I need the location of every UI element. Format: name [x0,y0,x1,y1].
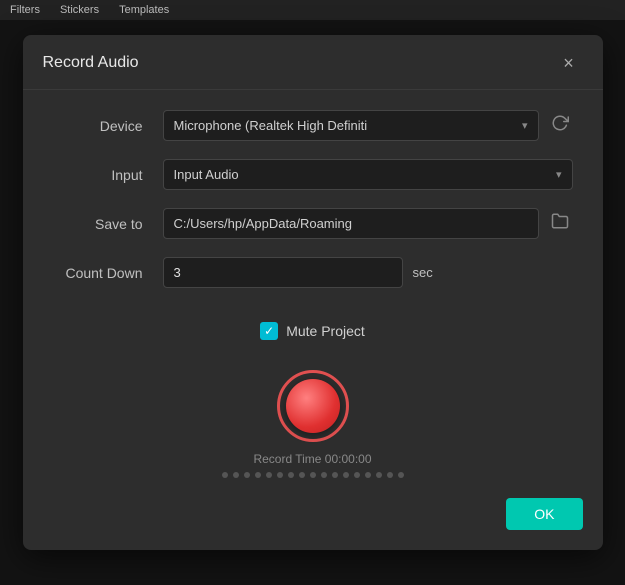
topbar-stickers[interactable]: Stickers [60,4,99,16]
topbar-templates[interactable]: Templates [119,4,169,16]
device-row: Device Microphone (Realtek High Definiti… [53,110,573,141]
device-dropdown-icon: ▾ [522,119,528,132]
dot [266,472,272,478]
dot [321,472,327,478]
device-select[interactable]: Microphone (Realtek High Definiti ▾ [163,110,539,141]
countdown-label: Count Down [53,265,163,281]
device-value: Microphone (Realtek High Definiti [174,118,368,133]
dot [288,472,294,478]
dot [365,472,371,478]
input-label: Input [53,167,163,183]
mute-checkbox[interactable]: ✓ [260,322,278,340]
record-button[interactable] [277,370,349,442]
mute-checkbox-wrapper[interactable]: ✓ Mute Project [260,322,365,340]
dot [233,472,239,478]
record-time: Record Time 00:00:00 [253,452,371,466]
checkmark-icon: ✓ [264,325,274,337]
sec-label: sec [413,265,433,280]
dot [222,472,228,478]
dot [376,472,382,478]
close-button[interactable]: × [555,49,583,77]
countdown-controls: sec [163,257,433,288]
ok-button[interactable]: OK [506,498,582,530]
dot [244,472,250,478]
countdown-row: Count Down sec [53,257,573,288]
mute-label: Mute Project [286,323,365,339]
dot [332,472,338,478]
countdown-input[interactable] [163,257,403,288]
dot [277,472,283,478]
top-bar: Filters Stickers Templates [0,0,625,20]
dialog-footer: OK [23,488,603,530]
refresh-icon [551,114,569,132]
dot [299,472,305,478]
dot [387,472,393,478]
record-section: Record Time 00:00:00 [23,360,603,488]
dots-row [222,472,404,478]
saveto-row: Save to C:/Users/hp/AppData/Roaming [53,208,573,239]
dialog-header: Record Audio × [23,35,603,90]
form-body: Device Microphone (Realtek High Definiti… [23,90,603,316]
dot [310,472,316,478]
record-audio-dialog: Record Audio × Device Microphone (Realte… [23,35,603,550]
refresh-button[interactable] [547,110,573,141]
saveto-field: C:/Users/hp/AppData/Roaming [163,208,539,239]
topbar-filters[interactable]: Filters [10,4,40,16]
record-button-inner [286,379,340,433]
mute-row: ✓ Mute Project [23,322,603,340]
dot [354,472,360,478]
input-select[interactable]: Input Audio ▾ [163,159,573,190]
input-dropdown-icon: ▾ [556,168,562,181]
saveto-value: C:/Users/hp/AppData/Roaming [174,216,352,231]
folder-button[interactable] [547,208,573,239]
dot [398,472,404,478]
input-row: Input Input Audio ▾ [53,159,573,190]
dialog-title: Record Audio [43,54,139,72]
folder-icon [551,212,569,230]
input-value: Input Audio [174,167,239,182]
device-label: Device [53,118,163,134]
dot [255,472,261,478]
saveto-label: Save to [53,216,163,232]
dot [343,472,349,478]
